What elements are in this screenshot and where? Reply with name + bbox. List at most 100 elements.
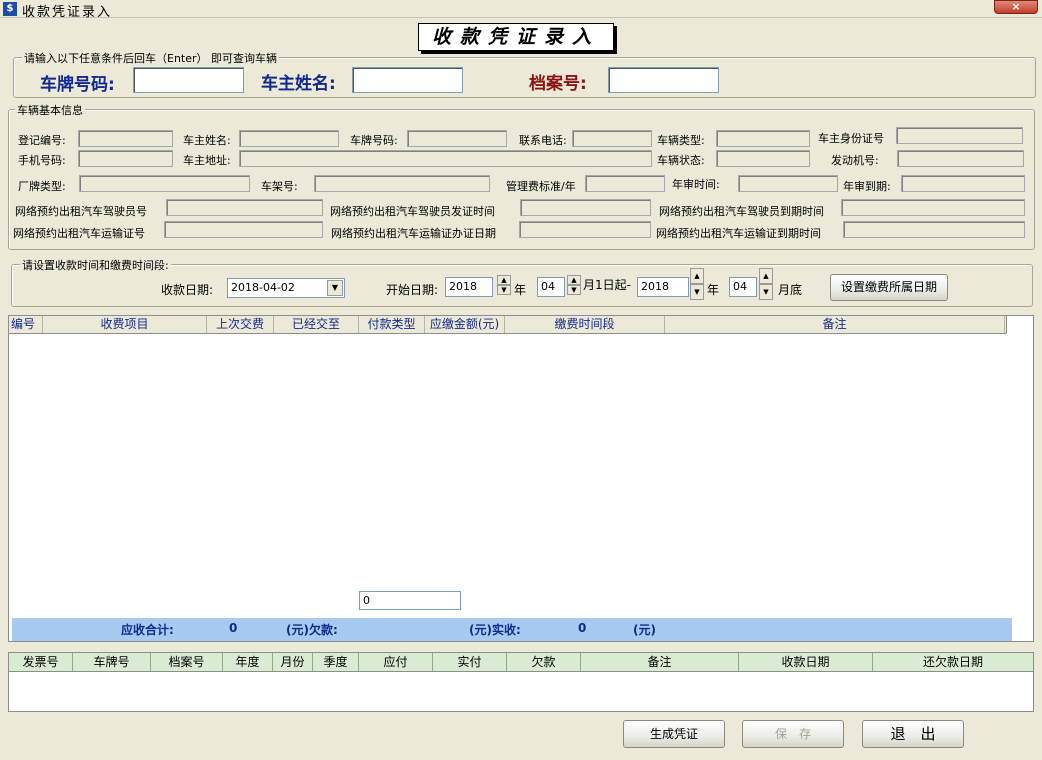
column-header[interactable]: 实付	[433, 653, 507, 671]
close-button[interactable]: ×	[994, 0, 1038, 14]
driver-expire-field[interactable]	[841, 199, 1025, 216]
arrow-up-icon[interactable]: ▲	[497, 275, 511, 285]
engine-no-field[interactable]	[897, 150, 1024, 167]
arrow-down-icon[interactable]: ▼	[497, 285, 511, 295]
set-payment-date-button[interactable]: 设置缴费所属日期	[830, 274, 948, 301]
summary-bar: 应收合计: 0 (元)欠款: (元)实收: 0 (元)	[12, 618, 1012, 641]
column-header[interactable]: 车牌号	[73, 653, 151, 671]
column-header[interactable]: 上次交费	[207, 316, 274, 333]
start-year-unit: 年	[514, 283, 527, 297]
transport-no-field[interactable]	[164, 221, 323, 238]
receipt-date-select[interactable]: 2018-04-02 ▼	[227, 278, 345, 298]
end-month-spinner[interactable]: ▲ ▼	[759, 268, 773, 300]
engine-no-label: 发动机号:	[831, 154, 879, 167]
start-month-input[interactable]: 04	[537, 277, 565, 297]
arrow-up-icon[interactable]: ▲	[759, 268, 773, 284]
column-header[interactable]: 应缴金额(元)	[425, 316, 505, 333]
history-grid[interactable]: 发票号 车牌号 档案号 年度 月份 季度 应付 实付 欠款 备注 收款日期 还欠…	[8, 652, 1034, 712]
mgmt-fee-field[interactable]	[585, 175, 665, 192]
owner-address-label: 车主地址:	[183, 154, 231, 167]
vehicle-type-field[interactable]	[716, 130, 810, 147]
generate-voucher-button[interactable]: 生成凭证	[623, 720, 725, 748]
column-header[interactable]: 已经交至	[274, 316, 359, 333]
save-button[interactable]: 保 存	[742, 720, 844, 748]
arrow-down-icon[interactable]: ▼	[690, 284, 704, 300]
registration-no-field[interactable]	[78, 130, 173, 147]
column-header[interactable]: 收费项目	[43, 316, 207, 333]
paid-label: (元)实收:	[469, 623, 521, 637]
info-plate-field[interactable]	[407, 130, 507, 147]
frame-no-field[interactable]	[314, 175, 490, 192]
transport-issue-label: 网络预约出租汽车运输证办证日期	[331, 227, 496, 240]
arrears-label: (元)欠款:	[286, 623, 338, 637]
frame-no-label: 车架号:	[261, 180, 298, 193]
driver-no-field[interactable]	[166, 199, 323, 216]
vehicle-status-field[interactable]	[716, 150, 810, 167]
end-year-input[interactable]: 2018	[637, 277, 689, 297]
inspection-due-field[interactable]	[901, 175, 1025, 192]
info-owner-name-field[interactable]	[239, 130, 339, 147]
history-grid-header: 发票号 车牌号 档案号 年度 月份 季度 应付 实付 欠款 备注 收款日期 还欠…	[9, 653, 1033, 672]
paid-value: 0	[578, 621, 587, 635]
chevron-down-icon[interactable]: ▼	[327, 280, 343, 296]
mgmt-fee-label: 管理费标准/年	[506, 180, 576, 193]
column-header[interactable]: 收款日期	[739, 653, 873, 671]
column-header[interactable]: 欠款	[507, 653, 581, 671]
transport-issue-field[interactable]	[519, 221, 651, 238]
column-header[interactable]: 付款类型	[359, 316, 425, 333]
mobile-label: 手机号码:	[18, 154, 66, 167]
receipt-date-value: 2018-04-02	[231, 281, 295, 294]
mobile-field[interactable]	[78, 150, 173, 167]
column-header[interactable]: 档案号	[151, 653, 223, 671]
vehicle-status-label: 车辆状态:	[657, 154, 705, 167]
inspection-time-field[interactable]	[738, 175, 838, 192]
brand-type-field[interactable]	[79, 175, 250, 192]
column-header[interactable]: 缴费时间段	[505, 316, 665, 333]
receipt-date-label: 收款日期:	[161, 283, 214, 297]
column-header[interactable]: 年度	[223, 653, 273, 671]
form-title: 收款凭证录入	[418, 23, 614, 51]
title-bar: $ 收款凭证录入 ×	[0, 0, 1042, 20]
column-header[interactable]: 还欠款日期	[873, 653, 1033, 671]
end-month-input[interactable]: 04	[729, 277, 757, 297]
arrow-down-icon[interactable]: ▼	[759, 284, 773, 300]
receivable-label: 应收合计:	[121, 623, 174, 637]
start-month-spinner[interactable]: ▲ ▼	[567, 275, 581, 295]
plate-input[interactable]	[133, 67, 244, 93]
arrow-up-icon[interactable]: ▲	[567, 275, 581, 285]
window-title: 收款凭证录入	[22, 5, 113, 20]
owner-name-input[interactable]	[352, 67, 463, 93]
column-header[interactable]: 月份	[273, 653, 313, 671]
column-header[interactable]: 发票号	[9, 653, 73, 671]
paid-unit: (元)	[633, 623, 656, 637]
owner-id-field[interactable]	[896, 127, 1023, 144]
column-header[interactable]: 应付	[359, 653, 433, 671]
start-year-input[interactable]: 2018	[445, 277, 493, 297]
fee-grid[interactable]: 编号 收费项目 上次交费 已经交至 付款类型 应缴金额(元) 缴费时间段 备注 …	[8, 315, 1034, 642]
column-header[interactable]: 编号	[9, 316, 43, 333]
arrow-down-icon[interactable]: ▼	[567, 285, 581, 295]
archive-input[interactable]	[608, 67, 719, 93]
column-header[interactable]: 备注	[581, 653, 739, 671]
column-header[interactable]: 备注	[665, 316, 1005, 333]
arrow-up-icon[interactable]: ▲	[690, 268, 704, 284]
end-year-unit: 年	[707, 283, 720, 297]
contact-phone-label: 联系电话:	[519, 134, 567, 147]
transport-no-label: 网络预约出租汽车运输证号	[13, 227, 145, 240]
column-header[interactable]: 季度	[313, 653, 359, 671]
driver-issue-field[interactable]	[520, 199, 651, 216]
contact-phone-field[interactable]	[572, 130, 652, 147]
driver-expire-label: 网络预约出租汽车驾驶员到期时间	[659, 205, 824, 218]
owner-address-field[interactable]	[239, 150, 652, 167]
driver-no-label: 网络预约出租汽车驾驶员号	[15, 205, 147, 218]
inspection-due-label: 年审到期:	[843, 180, 891, 193]
exit-button[interactable]: 退 出	[862, 720, 964, 748]
inspection-time-label: 年审时间:	[672, 178, 720, 191]
total-amount-input[interactable]: 0	[359, 591, 461, 610]
start-year-spinner[interactable]: ▲ ▼	[497, 275, 511, 295]
info-owner-name-label: 车主姓名:	[183, 134, 231, 147]
end-suffix: 月底	[778, 283, 803, 297]
app-icon: $	[3, 2, 17, 16]
end-year-spinner[interactable]: ▲ ▼	[690, 268, 704, 300]
transport-expire-field[interactable]	[843, 221, 1025, 238]
